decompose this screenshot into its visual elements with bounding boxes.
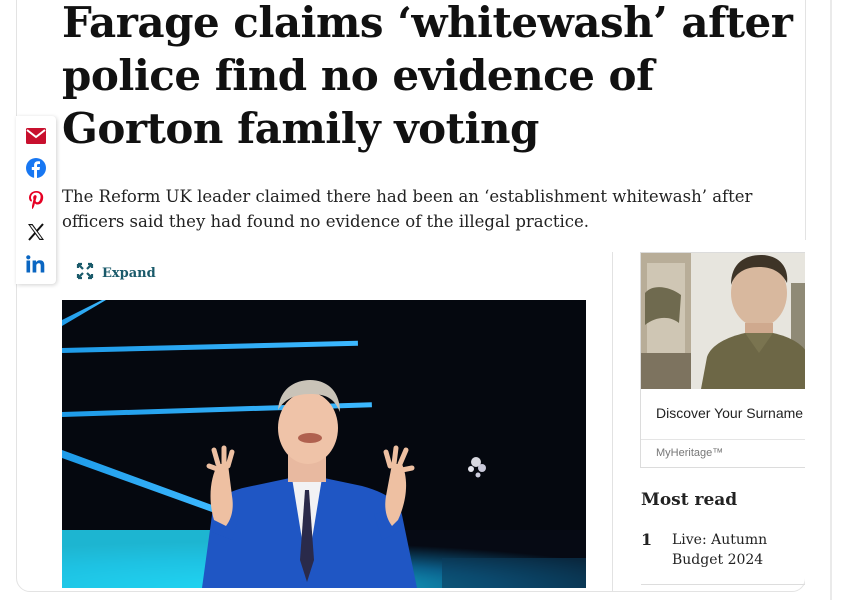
ad-title[interactable]: Discover Your Surname [656, 405, 803, 421]
expand-label: Expand [102, 265, 156, 281]
share-bar [16, 116, 56, 284]
page-edge [830, 0, 832, 600]
most-read-rank: 1 [641, 530, 653, 549]
article-photo [62, 300, 586, 588]
ad-divider [641, 439, 811, 440]
facebook-icon[interactable] [25, 157, 47, 179]
viewport-clip [805, 240, 830, 600]
linkedin-icon[interactable] [25, 253, 47, 275]
expand-button[interactable]: Expand [76, 262, 156, 284]
ad-image [641, 253, 811, 389]
most-read-item[interactable]: 1 Live: Autumn Budget 2024 [641, 530, 811, 580]
article-headline: Farage claims ‘whitewash’ after police f… [62, 0, 793, 153]
most-read-divider [641, 584, 811, 585]
article-standfirst: The Reform UK leader claimed there had b… [62, 187, 753, 231]
most-read-link[interactable]: Live: Autumn Budget 2024 [672, 530, 811, 570]
most-read-heading: Most read [641, 490, 738, 510]
expand-icon [76, 262, 94, 284]
ad-source: MyHeritage™ [656, 447, 724, 459]
x-icon[interactable] [25, 221, 47, 243]
column-divider [612, 252, 613, 592]
sponsored-ad[interactable]: Discover Your Surname MyHeritage™ [640, 252, 812, 468]
pinterest-icon[interactable] [25, 189, 47, 211]
email-icon[interactable] [25, 125, 47, 147]
